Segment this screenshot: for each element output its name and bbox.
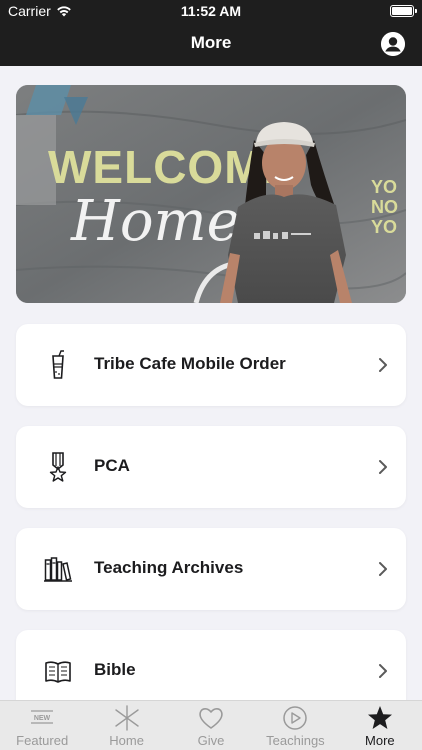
tab-label: Give [197,733,225,748]
books-icon [44,557,72,582]
book-icon [45,661,71,683]
tab-label: More [365,733,395,748]
tab-give[interactable]: Give [169,701,253,750]
star-icon [367,706,392,729]
tab-featured[interactable]: NEW Featured [0,701,84,750]
asterisk-icon [114,705,139,731]
tab-label: Home [109,733,144,748]
page-title: More [190,33,232,52]
cup-icon [52,350,64,379]
chevron-right-icon [379,460,387,474]
menu-item-label: Bible [94,660,136,679]
content: WELCOME Home YO NO YO Tribe Cafe Mobile … [0,66,422,700]
tab-more[interactable]: More [338,701,422,750]
status-bar: Carrier 11:52 AM [0,0,422,22]
hero-side-text-1: YO [371,177,397,197]
navigation-bar: More [0,22,422,66]
medal-icon [49,452,67,482]
welcome-home-photo: WELCOME Home YO NO YO [16,85,406,303]
chevron-right-icon [379,562,387,576]
tab-label: Featured [16,733,69,748]
menu-item-pca[interactable]: PCA [16,426,406,508]
heart-icon [199,708,223,729]
hero-banner-image[interactable]: WELCOME Home YO NO YO [16,85,406,303]
menu-item-label: Tribe Cafe Mobile Order [94,354,286,373]
hero-side-text-2: NO [371,197,398,217]
profile-button[interactable] [381,32,405,56]
hero-side-text-3: YO [371,217,397,237]
tab-label: Teachings [266,733,325,748]
user-icon [381,32,405,56]
menu-item-label: PCA [94,456,130,475]
clock: 11:52 AM [180,3,242,19]
battery-icon [390,5,417,17]
hero-home-text: Home [70,189,240,254]
newspaper-icon: NEW [31,710,54,724]
play-icon [283,706,308,730]
tab-bar: NEW Featured Home Give Teachings More [0,700,422,750]
menu-item-teaching-archives[interactable]: Teaching Archives [16,528,406,610]
featured-badge-text: NEW [34,715,51,722]
chevron-right-icon [379,358,387,372]
menu-item-label: Teaching Archives [94,558,244,577]
tab-teachings[interactable]: Teachings [253,701,337,750]
menu-item-bible[interactable]: Bible [16,630,406,700]
menu-item-tribe-cafe[interactable]: Tribe Cafe Mobile Order [16,324,406,406]
chevron-right-icon [379,664,387,678]
tab-home[interactable]: Home [84,701,168,750]
